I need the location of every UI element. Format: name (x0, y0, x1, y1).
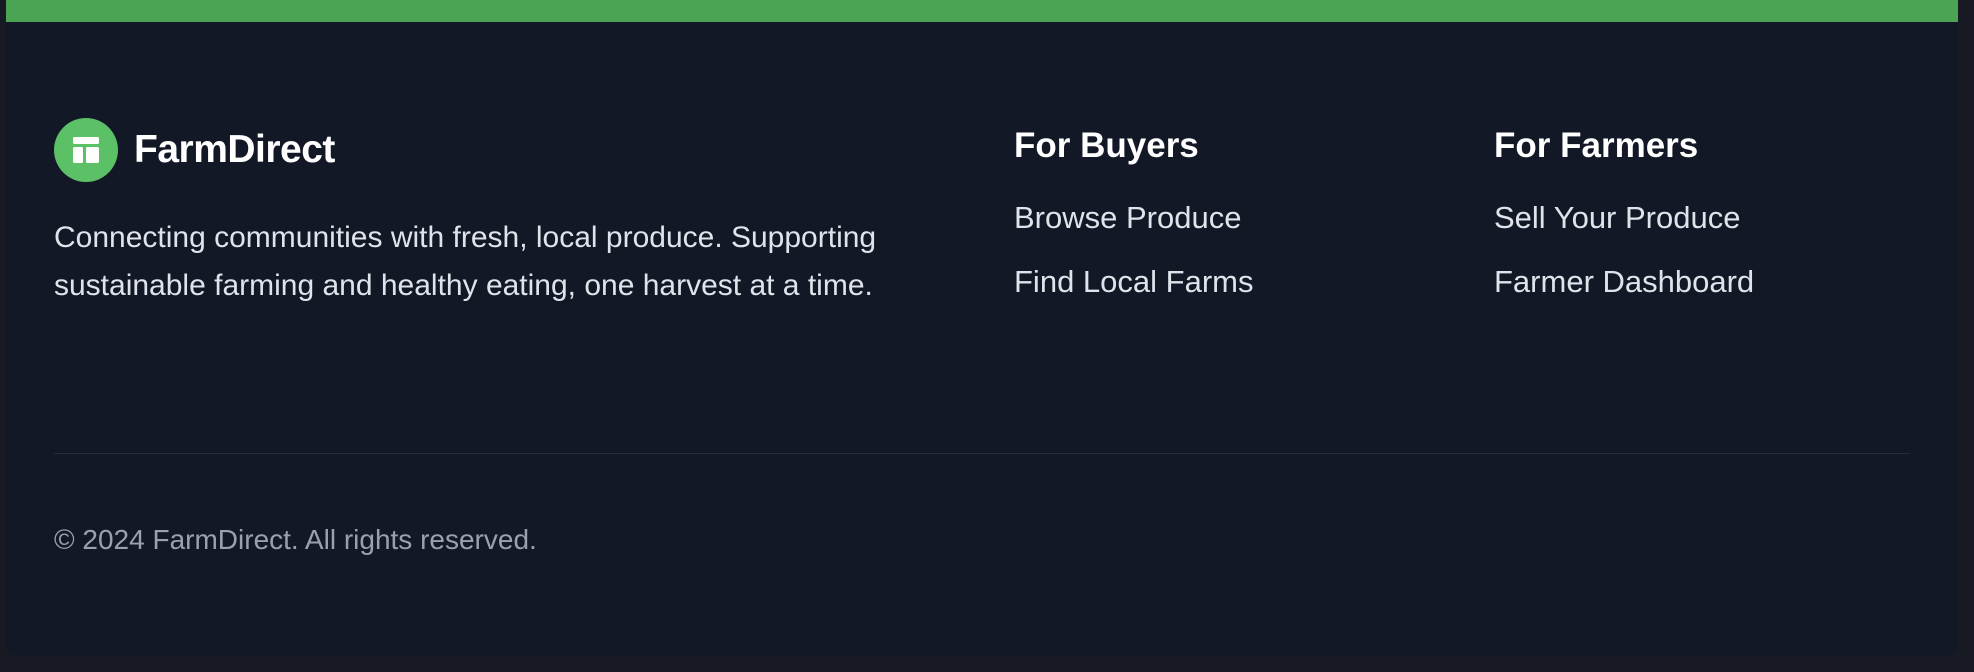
sell-your-produce-link[interactable]: Sell Your Produce (1494, 198, 1754, 238)
footer: FarmDirect Connecting communities with f… (6, 0, 1958, 656)
tagline: Connecting communities with fresh, local… (54, 221, 877, 302)
buyers-heading: For Buyers (1014, 126, 1199, 165)
brand-name: FarmDirect (134, 128, 335, 171)
copyright: © 2024 FarmDirect. All rights reserved. (54, 524, 537, 555)
logo (54, 118, 118, 182)
find-local-farms-link[interactable]: Find Local Farms (1014, 262, 1253, 302)
farmers-column: For Farmers Sell Your Produce Farmer Das… (1494, 124, 1754, 326)
farmer-dashboard-link[interactable]: Farmer Dashboard (1494, 262, 1754, 302)
accent-bar (6, 0, 1958, 22)
buyers-column: For Buyers Browse Produce Find Local Far… (1014, 124, 1253, 326)
layout-icon (73, 137, 99, 163)
divider (54, 453, 1910, 454)
farmers-heading: For Farmers (1494, 126, 1699, 165)
browse-produce-link[interactable]: Browse Produce (1014, 198, 1253, 238)
brand[interactable]: FarmDirect (54, 118, 335, 182)
